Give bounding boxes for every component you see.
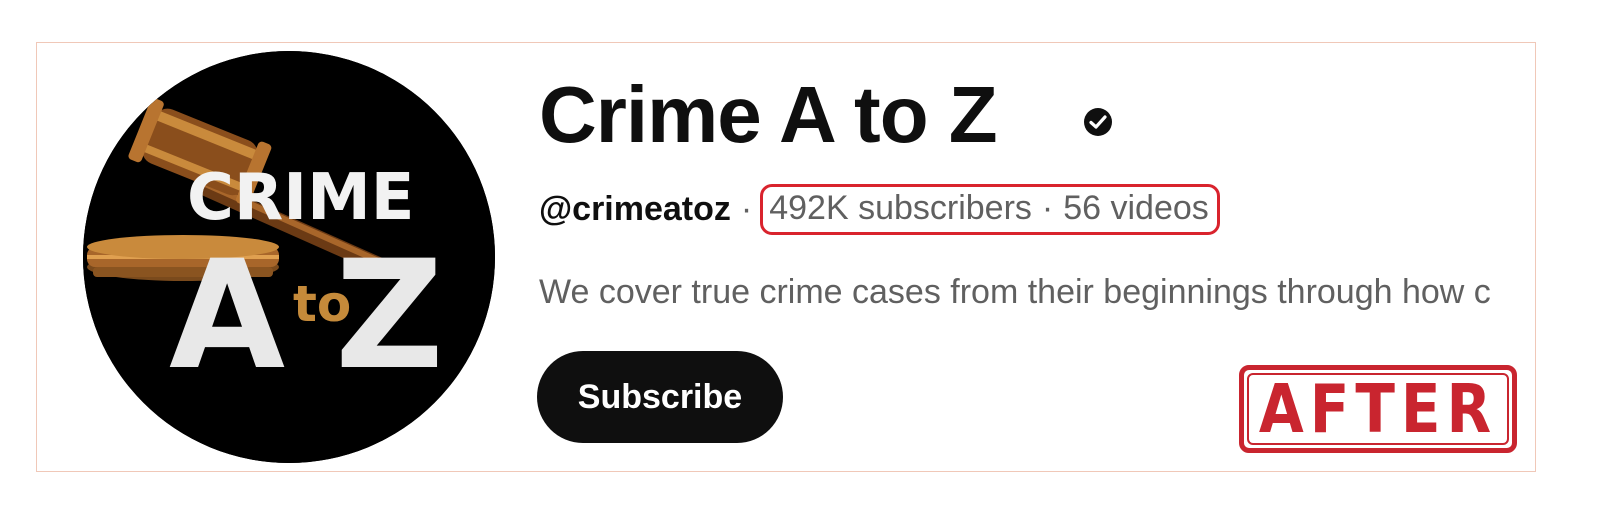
channel-description[interactable]: We cover true crime cases from their beg…: [539, 269, 1535, 315]
meta-separator: ·: [740, 189, 753, 228]
subscribe-button[interactable]: Subscribe: [537, 351, 783, 443]
channel-name: Crime A to Z: [539, 70, 998, 159]
channel-meta-row: @crimeatoz · 492K subscribers · 56 video…: [539, 183, 1220, 235]
subscriber-video-count-highlight: 492K subscribers · 56 videos: [760, 183, 1220, 235]
verified-check-icon: [1084, 108, 1112, 136]
channel-handle[interactable]: @crimeatoz: [539, 190, 731, 229]
logo-text-z: Z: [335, 229, 444, 403]
logo-text-a: A: [169, 229, 285, 403]
crime-a-to-z-logo: CRIME A to Z: [83, 51, 495, 463]
subscriber-count: 492K subscribers: [769, 188, 1032, 227]
channel-header-card: CRIME A to Z Crime A to Z @crimeatoz · 4…: [36, 42, 1536, 472]
after-stamp: AFTER: [1239, 365, 1517, 453]
stamp-label: AFTER: [1258, 369, 1498, 449]
channel-avatar[interactable]: CRIME A to Z: [83, 51, 495, 463]
video-count[interactable]: 56 videos: [1063, 189, 1209, 228]
meta-inner-separator: ·: [1041, 188, 1054, 227]
logo-text-crime: CRIME: [187, 161, 414, 235]
